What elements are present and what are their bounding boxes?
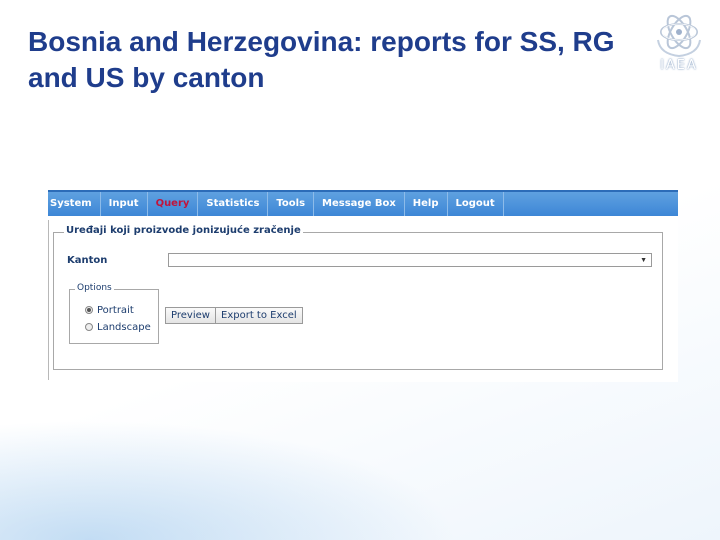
landscape-radio[interactable]: [85, 323, 93, 331]
menu-item-message-box[interactable]: Message Box: [314, 192, 405, 216]
app-screenshot: y System Input Query Statistics Tools Me…: [40, 190, 678, 382]
menu-item-logout[interactable]: Logout: [448, 192, 504, 216]
menu-bar: y System Input Query Statistics Tools Me…: [40, 190, 678, 216]
logo-text: IAEA: [660, 58, 698, 73]
menu-item-system[interactable]: y System: [40, 192, 101, 216]
export-to-excel-button[interactable]: Export to Excel: [215, 307, 303, 324]
menu-item-input[interactable]: Input: [101, 192, 148, 216]
kanton-select[interactable]: ▼: [168, 253, 652, 267]
form-legend: Uređaji koji proizvode jonizujuće zračen…: [64, 225, 303, 236]
portrait-label: Portrait: [97, 304, 134, 316]
menu-item-help[interactable]: Help: [405, 192, 448, 216]
kanton-label: Kanton: [67, 255, 108, 266]
menu-item-query[interactable]: Query: [148, 192, 199, 216]
menu-item-statistics[interactable]: Statistics: [198, 192, 269, 216]
iaea-logo: IAEA: [650, 10, 708, 76]
options-legend: Options: [75, 283, 114, 293]
report-form-panel: Uređaji koji proizvode jonizujuće zračen…: [53, 225, 663, 370]
iaea-emblem-icon: [657, 14, 701, 58]
chevron-down-icon[interactable]: ▼: [640, 254, 647, 267]
preview-button[interactable]: Preview: [165, 307, 216, 324]
portrait-option[interactable]: Portrait: [85, 303, 134, 317]
slide-title: Bosnia and Herzegovina: reports for SS, …: [28, 26, 615, 93]
menu-item-tools[interactable]: Tools: [268, 192, 315, 216]
left-divider: [48, 220, 52, 380]
landscape-option[interactable]: Landscape: [85, 320, 151, 334]
options-group: Options Portrait Landscape: [69, 283, 159, 344]
landscape-label: Landscape: [97, 321, 151, 333]
portrait-radio[interactable]: [85, 306, 93, 314]
